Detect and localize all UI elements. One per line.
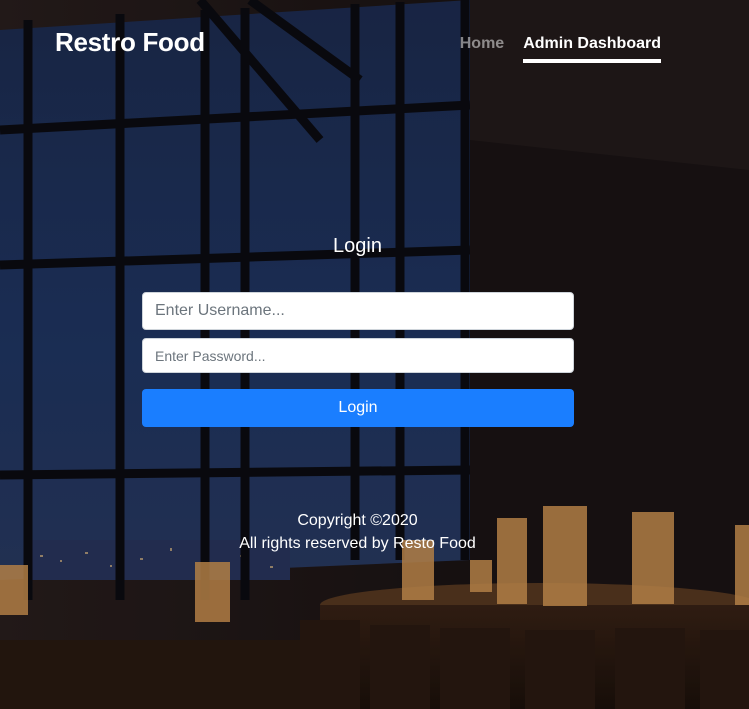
password-input[interactable] bbox=[142, 338, 574, 373]
login-title: Login bbox=[333, 235, 382, 257]
nav-home-link[interactable]: Home bbox=[460, 35, 504, 63]
copyright-text: Copyright ©2020 bbox=[297, 512, 418, 529]
main-nav: Home Admin Dashboard bbox=[460, 35, 661, 63]
footer: Copyright ©2020 All rights reserved by R… bbox=[0, 509, 715, 555]
nav-admin-dashboard-link[interactable]: Admin Dashboard bbox=[523, 35, 661, 63]
rights-text: All rights reserved by Resto Food bbox=[239, 535, 476, 552]
username-input[interactable] bbox=[142, 292, 574, 330]
brand-logo[interactable]: Restro Food bbox=[55, 27, 205, 58]
login-button[interactable]: Login bbox=[142, 389, 574, 427]
